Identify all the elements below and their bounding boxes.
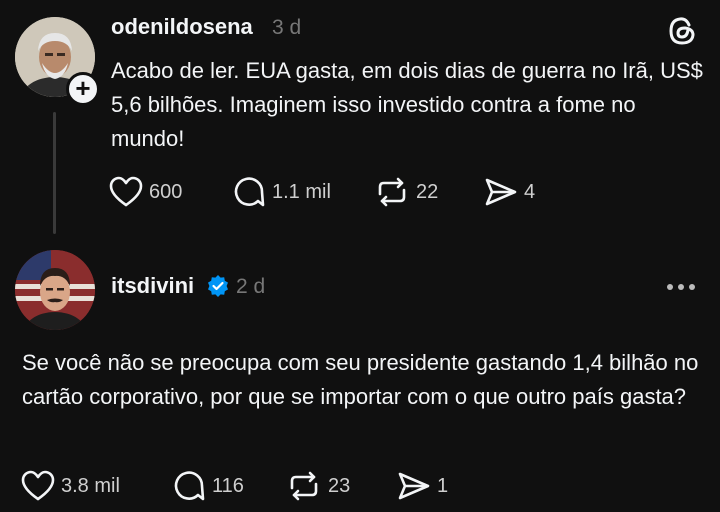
author-username[interactable]: itsdivini	[111, 273, 194, 299]
share-button[interactable]: 4	[484, 176, 535, 208]
author-username[interactable]: odenildosena	[111, 14, 253, 40]
author-avatar[interactable]	[15, 250, 95, 330]
like-button[interactable]: 600	[109, 176, 182, 208]
reply-button[interactable]: 1.1 mil	[232, 176, 331, 208]
reply-count: 1.1 mil	[272, 180, 331, 203]
repost-count: 22	[416, 180, 439, 203]
post-body-text: Se você não se preocupa com seu presiden…	[22, 350, 699, 409]
share-icon	[485, 178, 517, 206]
share-count: 1	[437, 474, 449, 497]
repost-button[interactable]: 23	[286, 470, 350, 502]
post-timestamp: 3 d	[272, 16, 302, 39]
repost-icon	[290, 471, 318, 501]
reply-count: 116	[212, 474, 244, 497]
follow-button[interactable]: +	[66, 72, 100, 106]
post-timestamp: 2 d	[236, 275, 266, 298]
verified-badge-icon	[206, 274, 230, 298]
like-count: 3.8 mil	[61, 474, 120, 497]
threads-logo-icon[interactable]	[665, 14, 699, 48]
like-count: 600	[149, 180, 183, 203]
reply-button[interactable]: 116	[172, 470, 244, 502]
share-button[interactable]: 1	[397, 470, 448, 502]
share-icon	[398, 472, 430, 500]
comment-icon	[234, 177, 265, 207]
heart-icon	[109, 176, 143, 207]
heart-icon	[21, 470, 55, 501]
share-count: 4	[524, 180, 536, 203]
repost-icon	[378, 177, 406, 207]
post-body-text: Acabo de ler. EUA gasta, em dois dias de…	[111, 58, 703, 151]
like-button[interactable]: 3.8 mil	[21, 470, 120, 502]
comment-icon	[174, 471, 205, 501]
repost-count: 23	[328, 474, 351, 497]
more-options-icon[interactable]	[665, 277, 697, 297]
thread-connector-line	[53, 112, 56, 234]
repost-button[interactable]: 22	[374, 176, 438, 208]
